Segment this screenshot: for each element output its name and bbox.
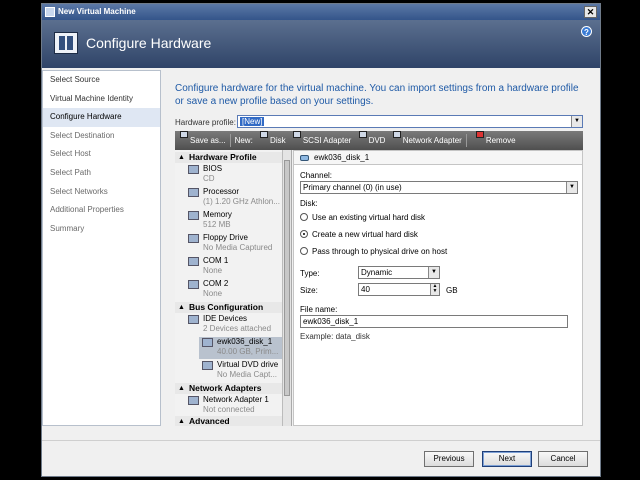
filename-example: Example: data_disk: [300, 332, 370, 341]
new-disk-button[interactable]: Disk: [255, 131, 286, 150]
new-label: New:: [234, 136, 253, 145]
save-as-button[interactable]: Save as...: [175, 131, 226, 150]
filename-label: File name:: [300, 305, 338, 314]
next-button[interactable]: Next: [482, 451, 532, 467]
step-select-path: Select Path: [50, 167, 91, 177]
scrollbar-thumb[interactable]: [284, 160, 290, 396]
radio-button[interactable]: [300, 213, 308, 221]
new-scsi-adapter-button[interactable]: SCSI Adapter: [288, 131, 351, 150]
disk-icon: [260, 131, 269, 138]
size-label: Size:: [300, 286, 318, 295]
step-select-source[interactable]: Select Source: [43, 71, 160, 90]
save-icon: [180, 131, 188, 138]
chevron-down-icon[interactable]: ▼: [428, 267, 439, 278]
radio-button-selected[interactable]: [300, 230, 308, 238]
wizard-steps: Select Source Virtual Machine Identity C…: [42, 70, 161, 426]
disk-label: Disk:: [300, 199, 318, 208]
step-configure-hardware[interactable]: Configure Hardware: [43, 108, 160, 127]
group-hardware-profile[interactable]: ▲ Hardware Profile: [175, 152, 283, 163]
tree-item-processor[interactable]: Processor (1) 1.20 GHz Athlon...: [185, 187, 283, 209]
disk-detail-panel: ewk036_disk_1 Channel: Primary channel (…: [293, 150, 583, 426]
tree-item-bios[interactable]: BIOS CD: [185, 164, 283, 186]
radio-existing-disk[interactable]: Use an existing virtual hard disk: [300, 213, 425, 222]
hardware-profile-select[interactable]: [New] ▼: [237, 115, 583, 128]
step-select-networks: Select Networks: [50, 186, 108, 196]
collapse-icon: ▲: [178, 154, 185, 161]
radio-create-disk[interactable]: Create a new virtual hard disk: [300, 230, 418, 239]
radio-button[interactable]: [300, 247, 308, 255]
chevron-down-icon[interactable]: ▼: [566, 182, 577, 193]
toolbar-separator: [229, 134, 231, 147]
footer-divider: [42, 440, 600, 441]
collapse-icon: ▲: [178, 385, 185, 392]
hardware-icon: [54, 32, 78, 54]
filename-field[interactable]: ewk036_disk_1: [300, 315, 568, 328]
main-content: Configure hardware for the virtual machi…: [166, 70, 596, 426]
com-port-icon: [188, 257, 199, 266]
remove-button[interactable]: Remove: [471, 131, 516, 150]
detail-header: ewk036_disk_1: [294, 151, 582, 165]
previous-button[interactable]: Previous: [424, 451, 474, 467]
ide-icon: [188, 315, 199, 324]
help-icon[interactable]: ?: [581, 26, 592, 37]
hardware-toolbar: Save as... New: Disk SCSI Adapter DVD Net…: [175, 131, 583, 150]
cancel-button[interactable]: Cancel: [538, 451, 588, 467]
scsi-icon: [292, 131, 301, 138]
disk-icon: [202, 338, 213, 347]
tree-item-dvd-drive[interactable]: Virtual DVD drive No Media Capt...: [199, 360, 283, 382]
remove-icon: [475, 131, 484, 138]
toolbar-separator: [465, 134, 467, 147]
tree-scrollbar[interactable]: [282, 150, 291, 426]
size-stepper[interactable]: 40 ▲ ▼: [358, 283, 440, 296]
radio-pass-through[interactable]: Pass through to physical drive on host: [300, 247, 447, 256]
spin-arrows-icon[interactable]: ▲ ▼: [430, 284, 439, 295]
group-advanced[interactable]: ▲ Advanced: [175, 416, 283, 426]
dvd-icon: [202, 361, 213, 370]
intro-text: Configure hardware for the virtual machi…: [175, 83, 579, 107]
group-network-adapters[interactable]: ▲ Network Adapters: [175, 383, 283, 394]
hardware-tree: ▲ Hardware Profile BIOS CD Processor (1) 1.…: [175, 150, 292, 426]
new-dvd-button[interactable]: DVD: [354, 131, 385, 150]
collapse-icon: ▲: [178, 418, 185, 425]
app-icon: [45, 7, 55, 17]
bios-icon: [188, 165, 199, 174]
step-vm-identity[interactable]: Virtual Machine Identity: [43, 90, 160, 109]
page-title: Configure Hardware: [86, 35, 212, 51]
tree-item-disk[interactable]: ewk036_disk_1 40.00 GB, Prim...: [199, 337, 283, 359]
step-select-host: Select Host: [50, 149, 91, 159]
com-port-icon: [188, 280, 199, 289]
group-bus-configuration[interactable]: ▲ Bus Configuration: [175, 302, 283, 313]
hardware-profile-value: [New]: [240, 117, 265, 126]
tree-item-network-adapter-1[interactable]: Network Adapter 1 Not connected: [185, 395, 283, 417]
title-bar: New Virtual Machine ✕: [42, 4, 600, 20]
collapse-icon: ▲: [178, 304, 185, 311]
tree-item-com1[interactable]: COM 1 None: [185, 256, 283, 278]
type-select[interactable]: Dynamic ▼: [358, 266, 440, 279]
tree-item-memory[interactable]: Memory 512 MB: [185, 210, 283, 232]
channel-label: Channel:: [300, 171, 333, 180]
size-unit: GB: [446, 286, 458, 295]
close-button[interactable]: ✕: [584, 6, 597, 18]
network-icon: [392, 131, 401, 138]
banner: Configure Hardware ?: [42, 20, 600, 68]
processor-icon: [188, 188, 199, 197]
floppy-icon: [188, 234, 199, 243]
channel-select[interactable]: Primary channel (0) (in use) ▼: [300, 181, 578, 194]
memory-icon: [188, 211, 199, 220]
network-icon: [188, 396, 199, 405]
new-network-adapter-button[interactable]: Network Adapter: [388, 131, 462, 150]
new-vm-wizard-window: New Virtual Machine ✕ Configure Hardware…: [41, 3, 601, 477]
step-summary: Summary: [50, 223, 85, 233]
step-select-destination: Select Destination: [50, 130, 115, 140]
step-additional-properties: Additional Properties: [50, 205, 124, 215]
tree-item-ide-devices[interactable]: IDE Devices 2 Devices attached: [185, 314, 283, 336]
chevron-down-icon[interactable]: ▼: [571, 116, 582, 127]
hardware-profile-label: Hardware profile:: [175, 118, 236, 127]
tree-item-floppy[interactable]: Floppy Drive No Media Captured: [185, 233, 283, 255]
tree-item-com2[interactable]: COM 2 None: [185, 279, 283, 301]
dvd-icon: [358, 131, 367, 138]
type-label: Type:: [300, 269, 320, 278]
disk-icon: [300, 155, 309, 161]
window-title: New Virtual Machine: [58, 7, 136, 16]
